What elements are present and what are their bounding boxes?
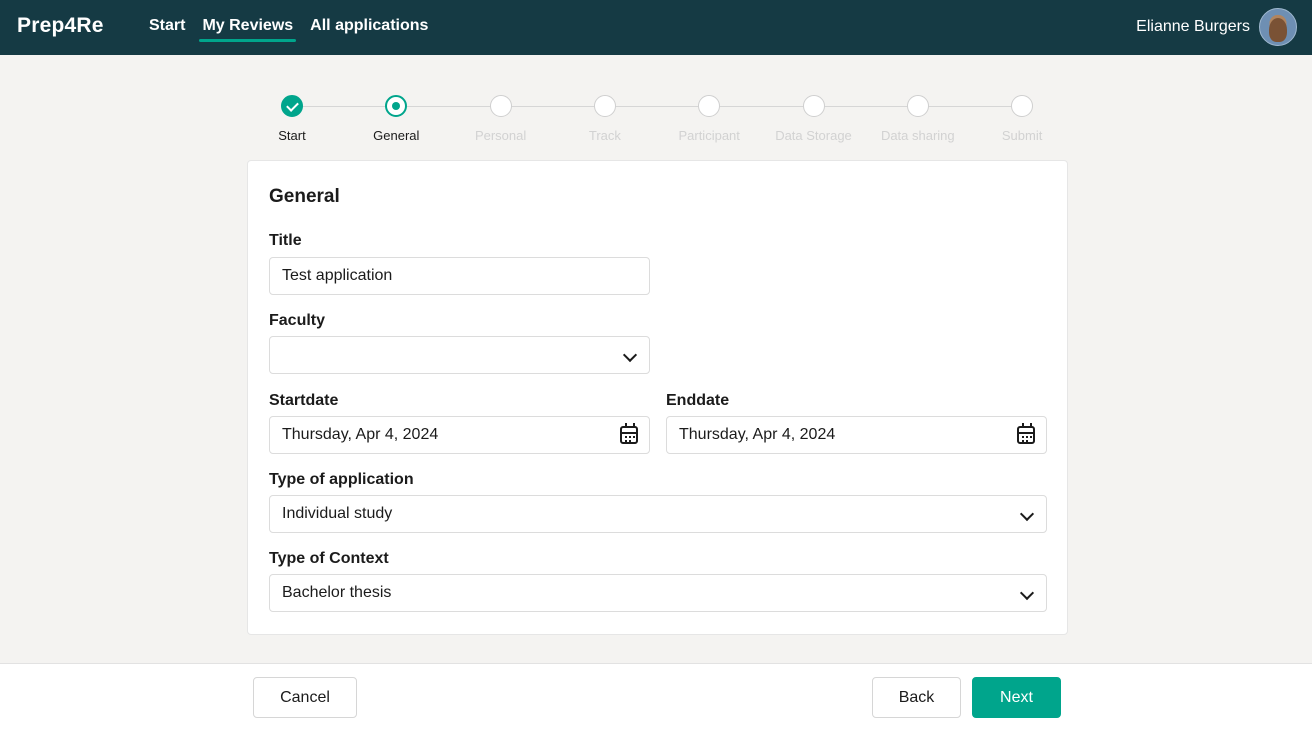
chevron-down-icon bbox=[1019, 506, 1035, 522]
app-logo[interactable]: Prep4Re bbox=[17, 14, 104, 38]
empty-step-dot-icon bbox=[1011, 95, 1034, 117]
current-step-dot-icon bbox=[385, 95, 408, 117]
progress-stepper: Start General Personal Track Participant Data… bbox=[240, 95, 1074, 150]
chevron-down-icon bbox=[622, 347, 638, 363]
step-start[interactable]: Start bbox=[240, 95, 344, 143]
step-data-storage: Data Storage bbox=[762, 95, 866, 143]
form-footer: Cancel Back Next bbox=[0, 663, 1312, 729]
type-of-context-value: Bachelor thesis bbox=[282, 584, 392, 601]
section-heading: General bbox=[269, 186, 340, 207]
step-submit: Submit bbox=[970, 95, 1074, 143]
step-label: Data sharing bbox=[880, 128, 955, 143]
title-input[interactable] bbox=[282, 258, 613, 294]
check-circle-icon bbox=[281, 95, 303, 117]
step-label: Track bbox=[588, 128, 621, 143]
title-field[interactable] bbox=[269, 257, 650, 295]
next-button[interactable]: Next bbox=[972, 677, 1061, 718]
enddate-label: Enddate bbox=[666, 392, 730, 409]
startdate-picker[interactable]: Thursday, Apr 4, 2024 bbox=[269, 416, 650, 454]
step-label: Start bbox=[278, 128, 306, 143]
cancel-button[interactable]: Cancel bbox=[253, 677, 357, 718]
step-track: Track bbox=[553, 95, 657, 143]
chevron-down-icon bbox=[1019, 585, 1035, 601]
nav-start[interactable]: Start bbox=[149, 17, 185, 37]
startdate-label: Startdate bbox=[269, 392, 339, 409]
step-participant: Participant bbox=[657, 95, 761, 143]
empty-step-dot-icon bbox=[593, 95, 616, 117]
nav-my-reviews[interactable]: My Reviews bbox=[199, 17, 296, 42]
enddate-picker[interactable]: Thursday, Apr 4, 2024 bbox=[666, 416, 1047, 454]
step-general[interactable]: General bbox=[344, 95, 448, 143]
general-form-card: General Title Faculty Startdate Thursday… bbox=[247, 160, 1068, 635]
back-button[interactable]: Back bbox=[872, 677, 961, 718]
step-label: Submit bbox=[1001, 128, 1043, 143]
type-of-application-select[interactable]: Individual study bbox=[269, 495, 1047, 533]
type-of-context-select[interactable]: Bachelor thesis bbox=[269, 574, 1047, 612]
empty-step-dot-icon bbox=[906, 95, 929, 117]
startdate-value: Thursday, Apr 4, 2024 bbox=[282, 426, 439, 443]
empty-step-dot-icon bbox=[698, 95, 721, 117]
step-personal: Personal bbox=[449, 95, 553, 143]
type-of-application-label: Type of application bbox=[269, 471, 414, 488]
top-navigation-bar: Prep4Re Start My Reviews All application… bbox=[0, 0, 1312, 55]
faculty-label: Faculty bbox=[269, 312, 326, 329]
avatar[interactable] bbox=[1259, 8, 1297, 46]
step-label: Participant bbox=[678, 128, 740, 143]
faculty-select[interactable] bbox=[269, 336, 650, 374]
type-of-application-value: Individual study bbox=[282, 505, 393, 522]
main-nav: Start My Reviews All applications bbox=[149, 17, 445, 42]
title-label: Title bbox=[269, 232, 302, 249]
step-label: Personal bbox=[474, 128, 527, 143]
nav-all-applications[interactable]: All applications bbox=[310, 17, 428, 37]
enddate-value: Thursday, Apr 4, 2024 bbox=[679, 426, 836, 443]
step-label: Data Storage bbox=[775, 128, 852, 143]
step-label: General bbox=[373, 128, 420, 143]
step-data-sharing: Data sharing bbox=[866, 95, 970, 143]
calendar-icon[interactable] bbox=[1017, 423, 1035, 444]
calendar-icon[interactable] bbox=[620, 423, 638, 444]
empty-step-dot-icon bbox=[489, 95, 512, 117]
empty-step-dot-icon bbox=[802, 95, 825, 117]
type-of-context-label: Type of Context bbox=[269, 550, 389, 567]
user-name[interactable]: Elianne Burgers bbox=[1136, 18, 1250, 36]
